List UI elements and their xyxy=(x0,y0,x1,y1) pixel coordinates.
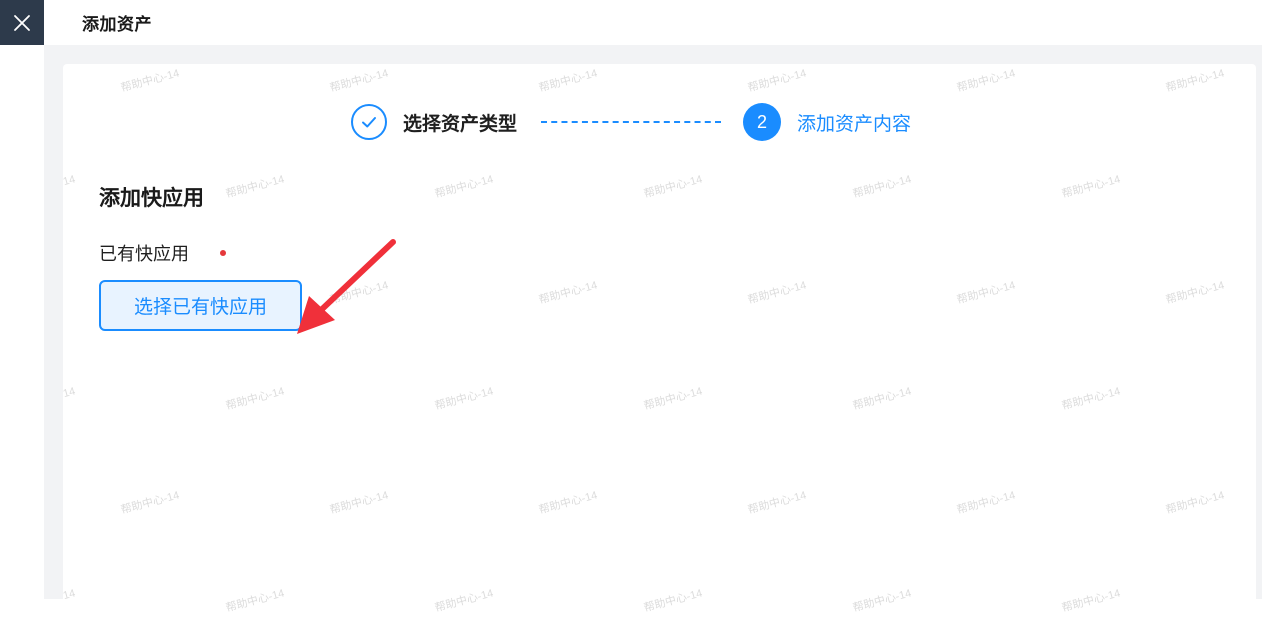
left-strip xyxy=(0,45,44,599)
step-connector xyxy=(541,121,722,123)
watermark-text: 帮助中心-14 xyxy=(1060,385,1122,413)
step-1-label: 选择资产类型 xyxy=(403,112,518,135)
watermark-text: 帮助中心-14 xyxy=(119,489,181,517)
select-existing-app-button[interactable]: 选择已有快应用 xyxy=(99,280,302,331)
watermark-text: 帮助中心-14 xyxy=(746,489,808,517)
watermark-text: 帮助中心-14 xyxy=(433,173,495,201)
content-card: 帮助中心-14 帮助中心-14 帮助中心-14 帮助中心-14 帮助中心-14 帮助中心-… xyxy=(63,64,1256,624)
watermark-text: 帮助中心-14 xyxy=(433,587,495,615)
section-title: 添加快应用 xyxy=(99,186,204,210)
steps-bar: 选择资产类型 2 添加资产内容 xyxy=(351,100,911,144)
watermark-text: 帮助中心-14 xyxy=(642,173,704,201)
check-icon xyxy=(362,117,376,128)
watermark-text: 帮助中心-14 xyxy=(537,279,599,307)
watermark-text: 帮助中心-14 xyxy=(224,385,286,413)
watermark-text: 帮助中心-14 xyxy=(1164,279,1226,307)
watermark-text: 帮助中心-14 xyxy=(851,587,913,615)
page-title: 添加资产 xyxy=(82,15,152,35)
watermark-text: 帮助中心-14 xyxy=(63,173,77,201)
watermark-text: 帮助中心-14 xyxy=(955,489,1017,517)
step-2-label: 添加资产内容 xyxy=(797,112,912,135)
watermark-text: 帮助中心-14 xyxy=(851,173,913,201)
watermark-text: 帮助中心-14 xyxy=(537,489,599,517)
watermark-text: 帮助中心-14 xyxy=(851,385,913,413)
watermark-text: 帮助中心-14 xyxy=(328,489,390,517)
watermark-text: 帮助中心-14 xyxy=(955,279,1017,307)
watermark-text: 帮助中心-14 xyxy=(63,587,77,615)
watermark-text: 帮助中心-14 xyxy=(746,279,808,307)
watermark-text: 帮助中心-14 xyxy=(224,587,286,615)
watermark-text: 帮助中心-14 xyxy=(642,587,704,615)
watermark-text: 帮助中心-14 xyxy=(537,67,599,95)
watermark-text: 帮助中心-14 xyxy=(328,67,390,95)
close-icon xyxy=(14,14,30,31)
watermark-text: 帮助中心-14 xyxy=(433,385,495,413)
required-indicator xyxy=(220,250,226,256)
step-done-icon xyxy=(351,104,387,140)
page-header: 添加资产 xyxy=(44,0,1262,45)
watermark-text: 帮助中心-14 xyxy=(746,67,808,95)
watermark-text: 帮助中心-14 xyxy=(224,173,286,201)
annotation-arrow-icon xyxy=(297,239,396,334)
step-2-number: 2 xyxy=(743,103,782,141)
field-label: 已有快应用 xyxy=(99,244,189,265)
watermark-text: 帮助中心-14 xyxy=(119,67,181,95)
watermark-text: 帮助中心-14 xyxy=(1164,489,1226,517)
watermark-text: 帮助中心-14 xyxy=(1060,173,1122,201)
watermark-text: 帮助中心-14 xyxy=(63,385,77,413)
close-button[interactable] xyxy=(0,0,44,45)
watermark-text: 帮助中心-14 xyxy=(1164,67,1226,95)
watermark-text: 帮助中心-14 xyxy=(328,279,390,307)
watermark-text: 帮助中心-14 xyxy=(955,67,1017,95)
watermark-text: 帮助中心-14 xyxy=(642,385,704,413)
watermark-text: 帮助中心-14 xyxy=(1060,587,1122,615)
